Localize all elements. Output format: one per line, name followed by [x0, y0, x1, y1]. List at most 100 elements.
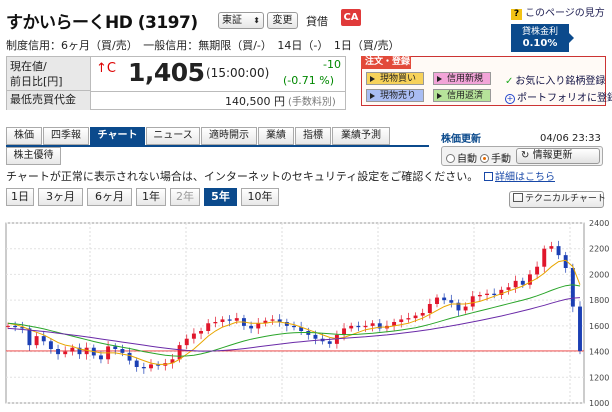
tab-shikiho[interactable]: 四季報: [43, 127, 89, 145]
period-3m-button[interactable]: 3ヶ月: [38, 188, 83, 206]
select-arrows-icon: ⬍: [253, 16, 260, 25]
candle-body: [48, 341, 53, 349]
y-tick-label: 2400: [589, 219, 609, 228]
turnover-unit: 円: [274, 95, 285, 108]
candle-body: [270, 319, 275, 321]
credit-info: 制度信用：6ヶ月（買/売） 一般信用：無期限（買/-） 14日（-） 1日（買/…: [6, 39, 400, 52]
period-2y-button: 2年: [170, 188, 200, 206]
current-price: 1,405: [128, 58, 205, 87]
buy-cash-button[interactable]: 現物買い: [366, 72, 424, 85]
refresh-label: 情報更新: [532, 150, 573, 161]
price-time: (15:00:00): [206, 66, 270, 80]
portfolio-register-link[interactable]: + ポートフォリオに登録: [505, 89, 612, 104]
candle-body: [292, 325, 296, 328]
candle-body: [177, 345, 182, 360]
new-credit-button[interactable]: 信用新規: [433, 72, 491, 85]
change-button[interactable]: 変更: [267, 12, 298, 29]
candle-body: [370, 323, 375, 326]
repay-credit-button[interactable]: 信用返済: [433, 89, 491, 102]
min-turnover: 140,500 円 (手数料別): [225, 93, 336, 109]
radio-dot: [446, 154, 455, 163]
radio-auto-label: 自動: [457, 154, 477, 165]
tabs-underline: [6, 145, 429, 147]
page-help-label: このページの見方: [525, 8, 605, 19]
radio-auto[interactable]: 自動: [446, 150, 477, 165]
candle-body: [542, 248, 547, 267]
candle-body: [442, 297, 447, 301]
market-value: 東証: [222, 15, 242, 26]
y-tick-label: 1600: [589, 322, 609, 331]
play-icon: [370, 76, 375, 82]
buy-label: 現物買い: [380, 74, 417, 84]
candle-body: [70, 347, 75, 352]
period-10y-button[interactable]: 10年: [241, 188, 279, 206]
tab-forecast[interactable]: 業績予測: [332, 127, 390, 145]
candle-body: [506, 287, 511, 290]
candle-body: [184, 338, 189, 346]
candle-body: [13, 325, 18, 328]
tab-shareholder-benefits[interactable]: 株主優待: [6, 147, 61, 165]
tab-disclosure[interactable]: 適時開示: [201, 127, 257, 145]
play-icon: [437, 76, 442, 82]
candle-body: [113, 346, 118, 349]
sell-cash-button[interactable]: 現物売り: [366, 89, 424, 102]
candle-body: [427, 304, 432, 313]
fee-note: (手数料別): [288, 97, 336, 108]
candle-body: [313, 334, 318, 339]
candle-body: [191, 333, 196, 339]
tab-chart[interactable]: チャート: [90, 127, 145, 145]
check-icon: ✓: [505, 76, 514, 87]
period-6m-button[interactable]: 6ヶ月: [87, 188, 132, 206]
candle-body: [98, 355, 103, 360]
tab-results[interactable]: 業績: [258, 127, 294, 145]
refresh-icon: ↻: [521, 150, 533, 161]
order-panel-title: 注文・登録: [361, 56, 411, 69]
details-link[interactable]: 詳細はこちら: [484, 168, 555, 183]
stock-title: すかいらーくHD (3197): [6, 13, 198, 33]
label-current-price: 現在値/ 前日比[円]: [7, 57, 91, 91]
label-turnover: 最低売買代金: [7, 91, 91, 110]
candle-body: [492, 293, 497, 295]
market-select[interactable]: 東証 ⬍: [218, 12, 264, 29]
radio-manual[interactable]: 手動: [480, 150, 511, 165]
update-time: 04/06 23:33: [540, 133, 601, 144]
candle-body: [149, 364, 153, 369]
period-5y-button[interactable]: 5年: [204, 188, 237, 206]
label-prev: 前日比[円]: [10, 75, 63, 88]
candle-body: [63, 351, 68, 355]
candle-body: [513, 280, 518, 288]
candle-body: [234, 318, 239, 321]
new-credit-label: 信用新規: [447, 74, 484, 84]
candle-body: [199, 331, 204, 334]
favorite-label: お気に入り銘柄登録: [515, 76, 606, 87]
candle-body: [220, 319, 225, 322]
tab-indicators[interactable]: 指標: [295, 127, 331, 145]
technical-chart-button[interactable]: テクニカルチャート: [509, 191, 606, 208]
lending-rate-label: 貸株金利: [521, 27, 558, 37]
arrow-right-icon: [569, 33, 574, 43]
candle-body: [34, 336, 39, 346]
candle-body: [6, 325, 10, 327]
tab-news[interactable]: ニュース: [146, 127, 200, 145]
y-tick-label: 2000: [589, 270, 609, 279]
tab-stock-price[interactable]: 株価: [6, 127, 42, 145]
document-icon: [484, 172, 493, 181]
refresh-button[interactable]: ↻ 情報更新: [516, 148, 600, 164]
candle-body: [256, 323, 261, 329]
candle-body: [477, 295, 482, 297]
turnover-value: 140,500: [225, 95, 271, 108]
help-icon: ?: [511, 9, 522, 20]
lending-rate-badge[interactable]: 貸株金利 0.10%: [511, 24, 574, 52]
y-tick-label: 1800: [589, 296, 609, 305]
period-1d-button[interactable]: 1日: [6, 188, 34, 206]
page-help-link[interactable]: ? このページの見方: [511, 4, 605, 20]
sell-label: 現物売り: [380, 91, 417, 101]
portfolio-label: ポートフォリオに登録: [517, 93, 612, 104]
candle-body: [342, 328, 347, 335]
favorite-register-link[interactable]: ✓ お気に入り銘柄登録: [505, 72, 605, 87]
radio-dot-selected: [480, 154, 489, 163]
period-1y-button[interactable]: 1年: [136, 188, 166, 206]
candle-body: [578, 306, 582, 351]
details-label: 詳細はこちら: [495, 172, 555, 183]
candle-body: [356, 325, 361, 328]
